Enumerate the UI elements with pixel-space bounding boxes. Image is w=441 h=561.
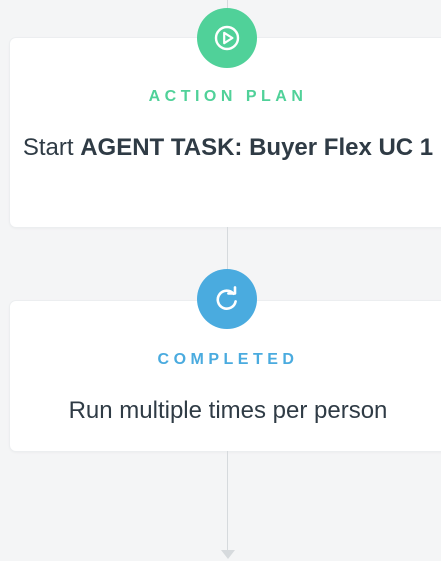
step-description: Run multiple times per person	[68, 397, 388, 424]
refresh-icon[interactable]	[197, 269, 257, 329]
play-circle-icon[interactable]	[197, 8, 257, 68]
arrow-down-icon	[221, 550, 235, 559]
connector-line-bottom	[227, 451, 228, 551]
step-status-label: COMPLETED	[157, 351, 299, 368]
step-description-prefix: Start	[22, 134, 81, 161]
agent-task-name: AGENT TASK: Buyer Flex UC 1	[80, 134, 434, 161]
step-status-label: ACTION PLAN	[148, 88, 308, 105]
step-description: Start AGENT TASK: Buyer Flex UC 1	[10, 128, 441, 168]
